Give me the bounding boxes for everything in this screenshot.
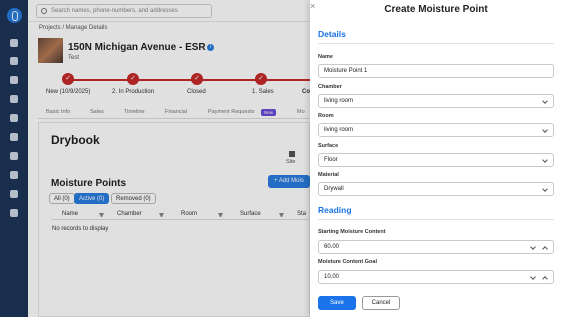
name-label: Name [318,54,333,60]
chevron-down-icon [542,127,548,133]
chamber-select[interactable]: living room [318,94,554,108]
starting-moisture-value: 60.00 [324,244,340,250]
increment-chevron-icon[interactable] [542,276,548,282]
name-value: Moisture Point 1 [324,68,368,74]
increment-chevron-icon[interactable] [542,246,548,252]
starting-moisture-input[interactable]: 60.00 [318,240,554,254]
moisture-goal-label: Moisture Content Goal [318,259,377,265]
reading-section-title: Reading [318,205,352,215]
decrement-chevron-icon[interactable] [530,244,536,250]
material-select[interactable]: Drywall [318,182,554,196]
surface-value: Floor [324,157,338,163]
moisture-goal-value: 10.00 [324,274,340,280]
room-value: living room [324,127,354,133]
divider [318,219,554,220]
modal-backdrop[interactable] [0,0,310,317]
name-field[interactable]: Moisture Point 1 [318,64,554,78]
chevron-down-icon [542,186,548,192]
moisture-goal-input[interactable]: 10.00 [318,270,554,284]
starting-moisture-label: Starting Moisture Content [318,229,386,235]
details-section-title: Details [318,29,346,39]
material-label: Material [318,172,339,178]
chamber-value: living room [324,98,354,104]
modal-title: Create Moisture Point [384,4,488,15]
divider [318,43,554,44]
surface-select[interactable]: Floor [318,153,554,167]
save-button[interactable]: Save [318,296,356,310]
chamber-label: Chamber [318,84,342,90]
decrement-chevron-icon[interactable] [530,274,536,280]
room-select[interactable]: living room [318,123,554,137]
chevron-down-icon [542,157,548,163]
surface-label: Surface [318,143,339,149]
room-label: Room [318,113,334,119]
cancel-button[interactable]: Cancel [362,296,400,310]
chevron-down-icon [542,98,548,104]
material-value: Drywall [324,186,344,192]
